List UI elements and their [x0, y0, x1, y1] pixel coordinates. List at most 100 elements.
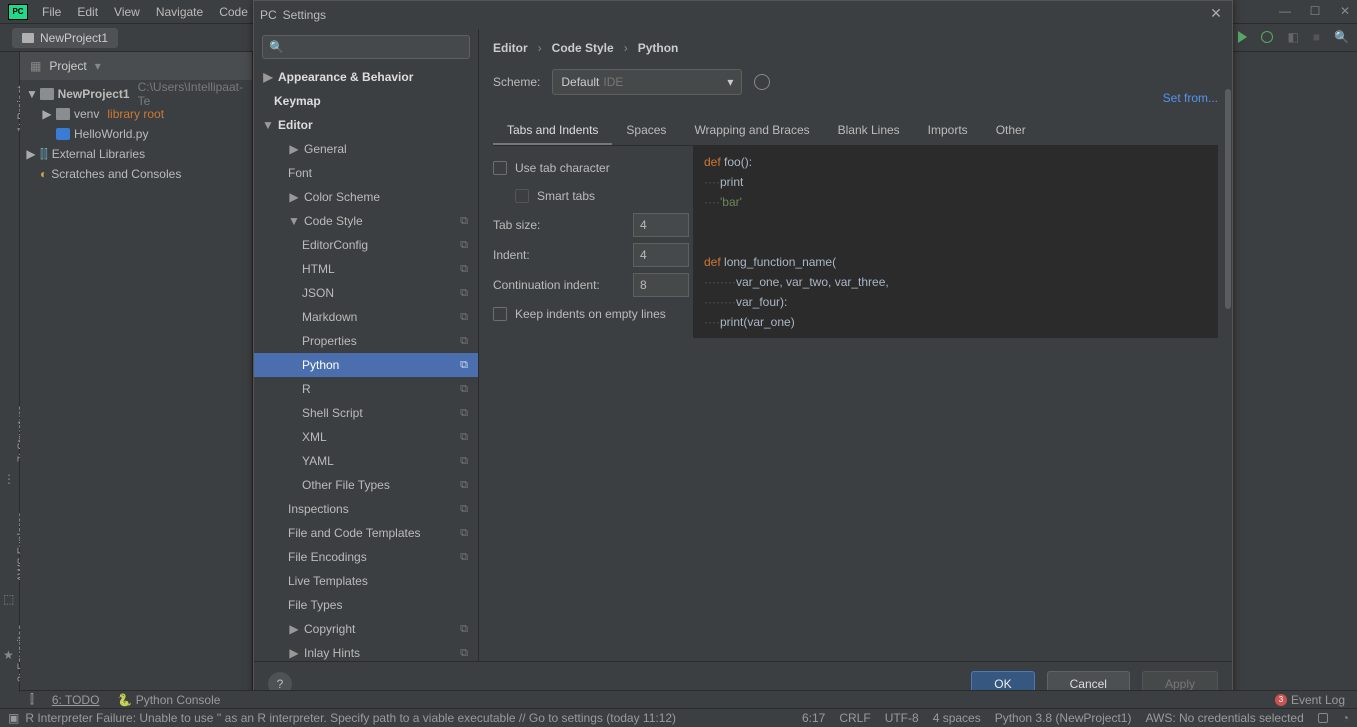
- cat-copyright[interactable]: ▶Copyright⧉: [254, 617, 478, 641]
- status-icon[interactable]: ▣: [8, 711, 19, 725]
- scratch-icon: ◐: [40, 167, 47, 181]
- toolwindow-indicator-icon[interactable]: ⫿: [30, 692, 34, 707]
- tree-scratches[interactable]: ◐ Scratches and Consoles: [20, 164, 252, 184]
- cat-inspections[interactable]: Inspections⧉: [254, 497, 478, 521]
- tab-tabs-indents[interactable]: Tabs and Indents: [493, 117, 612, 145]
- settings-search-input[interactable]: 🔍: [262, 35, 470, 59]
- status-caret[interactable]: 6:17: [802, 711, 825, 725]
- search-field[interactable]: [288, 40, 463, 54]
- cat-properties[interactable]: Properties⧉: [254, 329, 478, 353]
- indent-input[interactable]: [633, 243, 689, 267]
- structure-icon: ⋮: [3, 472, 15, 486]
- folder-icon: [22, 33, 34, 43]
- breadcrumb-root[interactable]: NewProject1: [12, 28, 118, 48]
- status-interpreter[interactable]: Python 3.8 (NewProject1): [995, 711, 1132, 725]
- tab-wrapping[interactable]: Wrapping and Braces: [680, 117, 823, 145]
- menu-navigate[interactable]: Navigate: [148, 5, 211, 19]
- status-message[interactable]: R Interpreter Failure: Unable to use '' …: [25, 711, 676, 725]
- settings-tree: ▶Appearance & Behavior Keymap ▼Editor ▶G…: [254, 65, 478, 661]
- lock-icon[interactable]: [1318, 713, 1328, 723]
- inspector-icon[interactable]: ◔: [1342, 711, 1349, 725]
- cat-editorconfig[interactable]: EditorConfig⧉: [254, 233, 478, 257]
- settings-tree-panel: 🔍 ▶Appearance & Behavior Keymap ▼Editor …: [254, 29, 479, 661]
- tab-spaces[interactable]: Spaces: [612, 117, 680, 145]
- scheme-label: Scheme:: [493, 75, 540, 89]
- cat-xml[interactable]: XML⧉: [254, 425, 478, 449]
- tree-root-label: NewProject1: [58, 87, 130, 101]
- chevron-down-icon[interactable]: ▾: [95, 59, 101, 73]
- tab-python-console[interactable]: 🐍 Python Console: [117, 693, 220, 707]
- minimize-icon[interactable]: —: [1277, 4, 1293, 18]
- cont-input[interactable]: [633, 273, 689, 297]
- tree-file[interactable]: HelloWorld.py: [20, 124, 252, 144]
- debug-icon[interactable]: [1261, 31, 1273, 43]
- tree-external[interactable]: ▶⫿⫿ External Libraries: [20, 144, 252, 164]
- cat-editor[interactable]: ▼Editor: [254, 113, 478, 137]
- run-icon[interactable]: [1238, 31, 1247, 43]
- project-header[interactable]: ▦ Project ▾: [20, 52, 252, 80]
- gear-icon[interactable]: [754, 74, 770, 90]
- project-tree: ▼ NewProject1 C:\Users\Intellipaat-Te ▶ …: [20, 80, 252, 188]
- event-log-button[interactable]: 3 Event Log: [1275, 693, 1345, 707]
- cat-json[interactable]: JSON⧉: [254, 281, 478, 305]
- opt-keep-indents[interactable]: Keep indents on empty lines: [493, 300, 693, 328]
- bc-editor[interactable]: Editor: [493, 41, 528, 55]
- scope-icon: ⧉: [460, 215, 468, 228]
- options-panel: Use tab character Smart tabs Tab size: I…: [493, 146, 693, 338]
- tab-imports[interactable]: Imports: [914, 117, 982, 145]
- cat-yaml[interactable]: YAML⧉: [254, 449, 478, 473]
- cat-encodings[interactable]: File Encodings⧉: [254, 545, 478, 569]
- menu-edit[interactable]: Edit: [69, 5, 106, 19]
- cat-otherfiletypes[interactable]: Other File Types⧉: [254, 473, 478, 497]
- tab-other[interactable]: Other: [982, 117, 1040, 145]
- cat-livetemplates[interactable]: Live Templates: [254, 569, 478, 593]
- opt-smart-tabs: Smart tabs: [515, 182, 693, 210]
- cat-shell[interactable]: Shell Script⧉: [254, 401, 478, 425]
- search-icon[interactable]: 🔍: [1334, 30, 1349, 44]
- cat-inlay[interactable]: ▶Inlay Hints⧉: [254, 641, 478, 661]
- scheme-combo[interactable]: DefaultIDE ▾: [552, 69, 742, 95]
- tabsize-input[interactable]: [633, 213, 689, 237]
- cat-general[interactable]: ▶General: [254, 137, 478, 161]
- status-encoding[interactable]: UTF-8: [885, 711, 919, 725]
- status-indent[interactable]: 4 spaces: [933, 711, 981, 725]
- cat-markdown[interactable]: Markdown⧉: [254, 305, 478, 329]
- cat-python[interactable]: Python⧉: [254, 353, 478, 377]
- dialog-close-icon[interactable]: ✕: [1206, 5, 1226, 22]
- menu-code[interactable]: Code: [211, 5, 256, 19]
- tab-todo[interactable]: 6: TODO: [52, 693, 100, 707]
- app-icon: PC: [8, 4, 28, 20]
- cat-appearance[interactable]: ▶Appearance & Behavior: [254, 65, 478, 89]
- project-tool-window: ▦ Project ▾ ▼ NewProject1 C:\Users\Intel…: [20, 52, 253, 692]
- cat-codestyle[interactable]: ▼Code Style⧉: [254, 209, 478, 233]
- project-box-icon: ▦: [30, 59, 41, 73]
- tree-root[interactable]: ▼ NewProject1 C:\Users\Intellipaat-Te: [20, 84, 252, 104]
- bc-codestyle[interactable]: Code Style: [552, 41, 614, 55]
- cat-colorscheme[interactable]: ▶Color Scheme: [254, 185, 478, 209]
- cat-filetemplates[interactable]: File and Code Templates⧉: [254, 521, 478, 545]
- checkbox[interactable]: [493, 307, 507, 321]
- cat-font[interactable]: Font: [254, 161, 478, 185]
- settings-breadcrumb: Editor› Code Style› Python: [493, 41, 1218, 55]
- dialog-titlebar: PC Settings ✕: [254, 1, 1232, 29]
- menu-view[interactable]: View: [106, 5, 148, 19]
- status-lineend[interactable]: CRLF: [839, 711, 870, 725]
- close-icon[interactable]: ✕: [1337, 4, 1353, 18]
- maximize-icon[interactable]: ☐: [1307, 4, 1323, 18]
- set-from-link[interactable]: Set from...: [1163, 91, 1218, 105]
- opt-use-tab[interactable]: Use tab character: [493, 154, 693, 182]
- checkbox[interactable]: [493, 161, 507, 175]
- run-toolbar: ◧ ■ 🔍: [1238, 30, 1349, 44]
- stop-icon: ■: [1313, 30, 1320, 44]
- folder-icon: [40, 88, 54, 100]
- tree-scratches-label: Scratches and Consoles: [51, 167, 181, 181]
- menu-file[interactable]: File: [34, 5, 69, 19]
- cat-filetypes[interactable]: File Types: [254, 593, 478, 617]
- tab-blank[interactable]: Blank Lines: [824, 117, 914, 145]
- status-aws[interactable]: AWS: No credentials selected: [1145, 711, 1303, 725]
- coverage-icon[interactable]: ◧: [1287, 30, 1298, 44]
- cat-html[interactable]: HTML⧉: [254, 257, 478, 281]
- cat-keymap[interactable]: Keymap: [254, 89, 478, 113]
- aws-icon: ⬚: [3, 592, 14, 606]
- cat-r[interactable]: R⧉: [254, 377, 478, 401]
